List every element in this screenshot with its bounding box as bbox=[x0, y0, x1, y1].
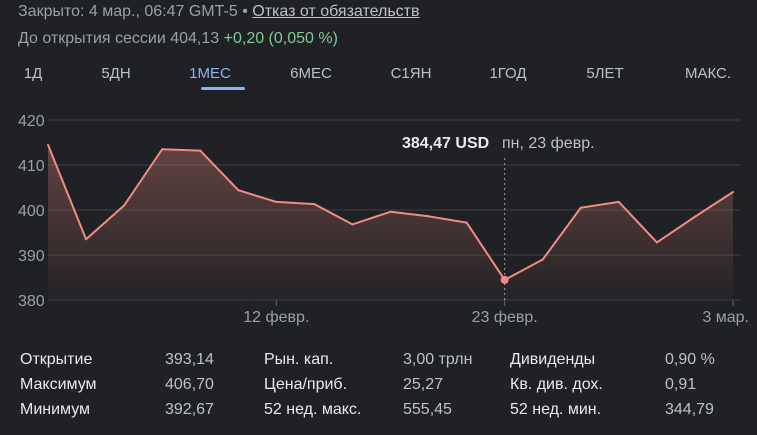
stat-open-label: Открытие bbox=[20, 351, 93, 368]
tooltip-date: пн, 23 февр. bbox=[502, 135, 595, 152]
stat-52wk-high-value: 555,45 bbox=[403, 401, 452, 418]
stat-qtr-div-label: Кв. див. дох. bbox=[510, 376, 603, 393]
x-tick-label: 3 мар. bbox=[702, 309, 749, 326]
stat-52wk-low-value: 344,79 bbox=[665, 401, 714, 418]
y-tick-label: 410 bbox=[18, 158, 45, 175]
x-tick-label: 12 февр. bbox=[243, 309, 309, 326]
stat-high-label: Максимум bbox=[20, 376, 97, 393]
stat-low-value: 392,67 bbox=[165, 401, 214, 418]
price-chart[interactable]: 420 410 400 390 380 12 февр. 23 февр. 3 мар. 3… bbox=[0, 0, 757, 435]
y-tick-label: 390 bbox=[18, 248, 45, 265]
stat-open-value: 393,14 bbox=[165, 351, 214, 368]
stat-dividend-label: Дивиденды bbox=[510, 351, 596, 368]
tooltip: 384,47 USD пн, 23 февр. bbox=[390, 126, 612, 158]
stat-mktcap-label: Рын. кап. bbox=[264, 351, 334, 368]
y-tick-label: 380 bbox=[18, 293, 45, 310]
price-area bbox=[48, 144, 733, 300]
y-tick-label: 420 bbox=[18, 113, 45, 130]
stat-qtr-div-value: 0,91 bbox=[665, 376, 697, 393]
stat-high-value: 406,70 bbox=[165, 376, 214, 393]
stat-low-label: Минимум bbox=[20, 401, 91, 418]
y-tick-label: 400 bbox=[18, 203, 45, 220]
stat-pe-value: 25,27 bbox=[403, 376, 444, 393]
highlight-point bbox=[500, 275, 509, 284]
x-tick-label: 23 февр. bbox=[472, 309, 538, 326]
price-line-segment bbox=[161, 148, 202, 152]
stat-52wk-high-label: 52 нед. макс. bbox=[264, 401, 362, 418]
x-axis: 12 февр. 23 февр. 3 мар. bbox=[243, 300, 749, 326]
y-axis: 420 410 400 390 380 bbox=[18, 113, 45, 310]
stat-dividend-value: 0,90 % bbox=[665, 351, 715, 368]
stat-pe-label: Цена/приб. bbox=[264, 376, 348, 393]
stat-mktcap-value: 3,00 трлн bbox=[403, 351, 473, 368]
tooltip-price: 384,47 USD bbox=[402, 135, 489, 152]
stat-52wk-low-label: 52 нед. мин. bbox=[510, 401, 602, 418]
